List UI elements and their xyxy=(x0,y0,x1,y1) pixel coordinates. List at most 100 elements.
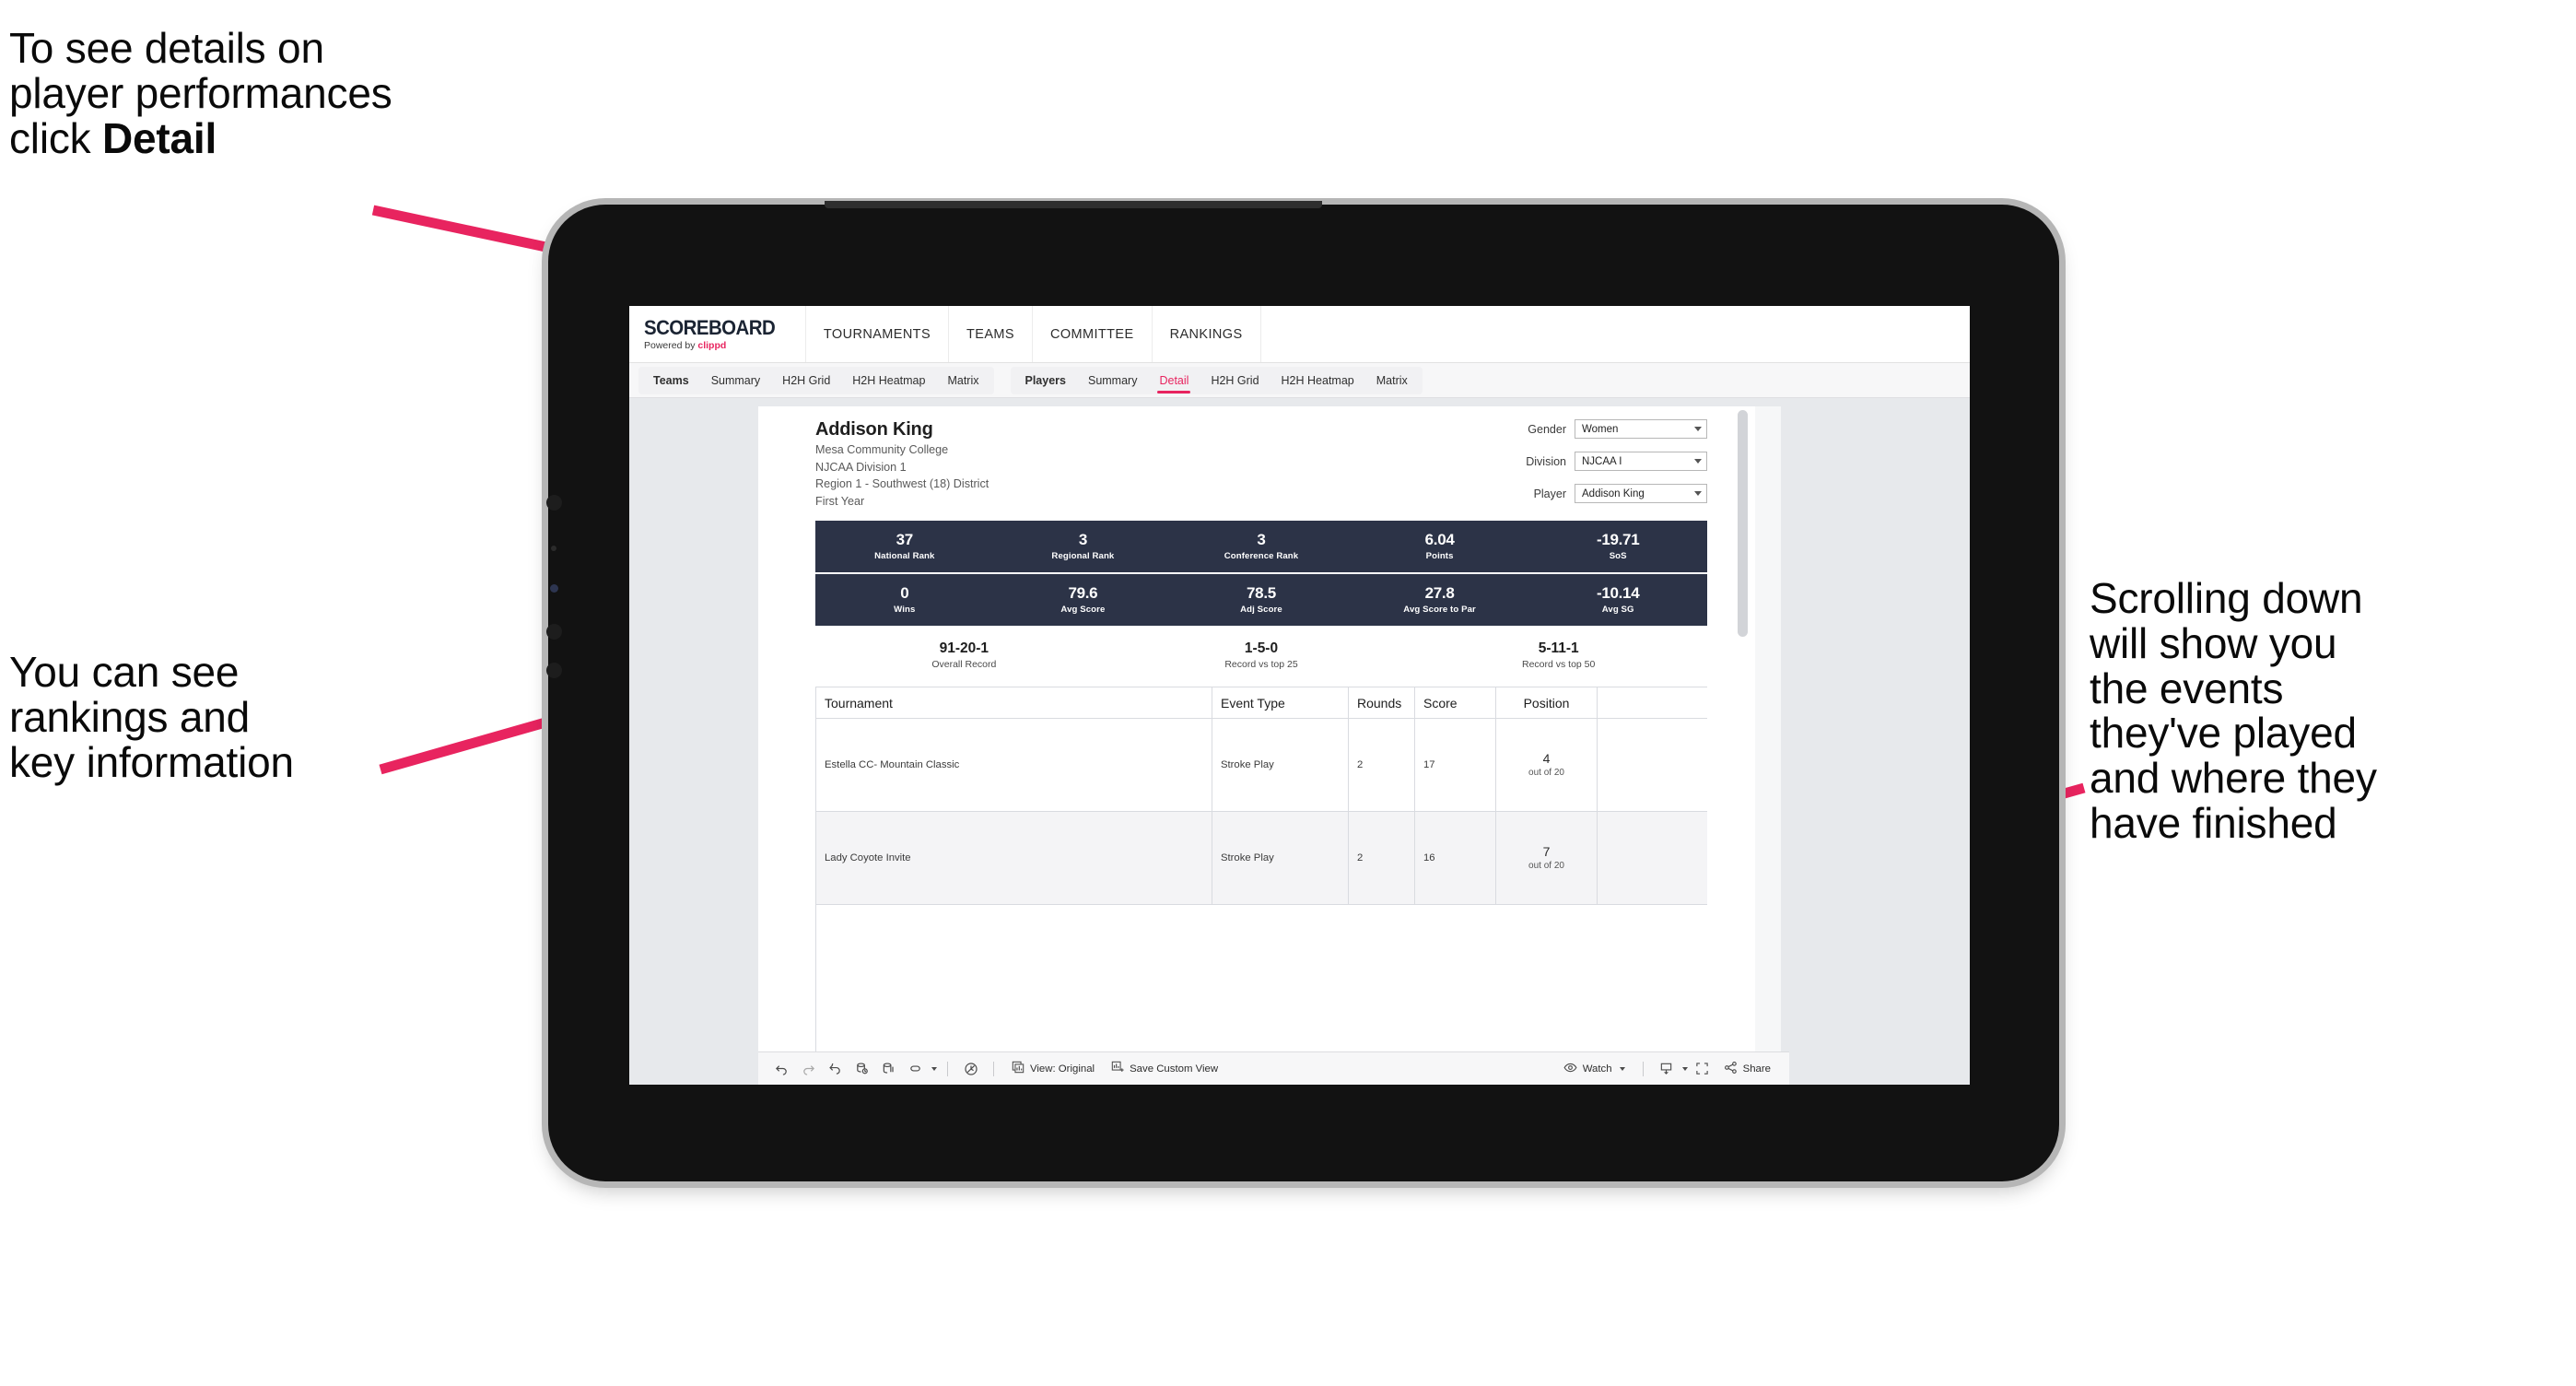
filter-player-row: Player Addison King xyxy=(1468,484,1707,503)
tablet-device-frame: SCOREBOARD Powered by clippd TOURNAMENTS… xyxy=(546,201,2059,1181)
stat-sos: -19.71 SoS xyxy=(1528,532,1707,561)
stat-national-rank-label: National Rank xyxy=(874,550,935,561)
watch-dropdown-caret[interactable] xyxy=(1619,1066,1625,1071)
filter-gender-value: Women xyxy=(1582,423,1619,435)
dashboard-sheet-content: Addison King Mesa Community College NJCA… xyxy=(758,406,1755,1085)
save-custom-view-button[interactable]: Save Custom View xyxy=(1104,1057,1225,1081)
cell-tournament: Lady Coyote Invite xyxy=(816,812,1212,904)
site-header: SCOREBOARD Powered by clippd TOURNAMENTS… xyxy=(629,306,1970,363)
record-top25-value: 1-5-0 xyxy=(1244,640,1279,657)
cell-event-type: Stroke Play xyxy=(1212,719,1349,811)
tablet-camera-lens xyxy=(550,584,558,593)
download-dropdown-caret[interactable] xyxy=(1681,1066,1688,1071)
revert-icon[interactable] xyxy=(823,1057,848,1081)
filter-division-select[interactable]: NJCAA I xyxy=(1575,452,1707,471)
toolbar-divider xyxy=(947,1061,948,1076)
tab-players-h2h-heatmap[interactable]: H2H Heatmap xyxy=(1270,367,1365,394)
record-top50-label: Record vs top 50 xyxy=(1521,658,1596,670)
stat-regional-rank: 3 Regional Rank xyxy=(994,532,1173,561)
sub-navigation: Teams Summary H2H Grid H2H Heatmap Matri… xyxy=(629,363,1970,398)
tab-players[interactable]: Players xyxy=(1014,367,1077,394)
column-header-event-type: Event Type xyxy=(1212,687,1349,718)
record-overall-value: 91-20-1 xyxy=(939,640,989,657)
stat-avg-score-value: 79.6 xyxy=(1068,584,1098,603)
player-school: Mesa Community College xyxy=(815,443,949,456)
cell-rounds: 2 xyxy=(1349,812,1415,904)
nav-item-committee[interactable]: COMMITTEE xyxy=(1033,306,1153,362)
browser-viewport: SCOREBOARD Powered by clippd TOURNAMENTS… xyxy=(629,306,1970,1085)
filter-gender-select[interactable]: Women xyxy=(1575,419,1707,439)
brand-powered-prefix: Powered by xyxy=(644,339,698,351)
dashboard-canvas: Addison King Mesa Community College NJCA… xyxy=(629,398,1970,1085)
tab-teams-summary[interactable]: Summary xyxy=(700,367,771,394)
cell-score: 17 xyxy=(1415,719,1496,811)
data-source-icon[interactable] xyxy=(903,1057,928,1081)
slide-canvas: To see details on player performances cl… xyxy=(0,0,2576,1386)
filter-division-value: NJCAA I xyxy=(1582,455,1622,467)
watch-button[interactable]: Watch xyxy=(1556,1057,1633,1081)
filter-player-label: Player xyxy=(1533,487,1566,500)
stat-adj-score: 78.5 Adj Score xyxy=(1172,585,1351,615)
share-button[interactable]: Share xyxy=(1716,1057,1778,1081)
stat-points-value: 6.04 xyxy=(1424,531,1455,549)
player-header: Addison King Mesa Community College NJCA… xyxy=(815,419,989,509)
cell-position-outof: out of 20 xyxy=(1528,861,1564,872)
vertical-scrollbar[interactable] xyxy=(1738,410,1748,637)
tab-players-summary[interactable]: Summary xyxy=(1077,367,1148,394)
stats-row-secondary: 0 Wins 79.6 Avg Score 78.5 Adj Score 27.… xyxy=(815,574,1707,626)
stats-row-primary: 37 National Rank 3 Regional Rank 3 Confe… xyxy=(815,521,1707,572)
view-original-button[interactable]: View: Original xyxy=(1004,1057,1102,1081)
tab-teams[interactable]: Teams xyxy=(642,367,700,394)
player-name: Addison King xyxy=(815,419,933,440)
record-top50-value: 5-11-1 xyxy=(1538,640,1579,657)
records-row: 91-20-1 Overall Record 1-5-0 Record vs t… xyxy=(815,635,1707,675)
stat-conference-rank-label: Conference Rank xyxy=(1224,550,1299,561)
download-icon[interactable] xyxy=(1654,1057,1679,1081)
column-header-score: Score xyxy=(1415,687,1496,718)
tab-players-matrix[interactable]: Matrix xyxy=(1365,367,1419,394)
tab-teams-h2h-heatmap[interactable]: H2H Heatmap xyxy=(841,367,936,394)
filter-player-select[interactable]: Addison King xyxy=(1575,484,1707,503)
filter-gender-label: Gender xyxy=(1528,422,1566,436)
cell-event-type: Stroke Play xyxy=(1212,812,1349,904)
player-region: Region 1 - Southwest (18) District xyxy=(815,477,989,491)
eye-icon xyxy=(1563,1061,1577,1077)
view-original-icon xyxy=(1012,1061,1025,1076)
stat-wins: 0 Wins xyxy=(815,585,994,615)
fullscreen-icon[interactable] xyxy=(1690,1057,1715,1081)
stat-points-label: Points xyxy=(1425,550,1454,561)
stat-conference-rank-value: 3 xyxy=(1257,531,1266,549)
cell-score: 16 xyxy=(1415,812,1496,904)
filter-player-value: Addison King xyxy=(1582,487,1645,499)
stat-conference-rank: 3 Conference Rank xyxy=(1172,532,1351,561)
stat-avg-score: 79.6 Avg Score xyxy=(994,585,1173,615)
watch-label: Watch xyxy=(1582,1063,1612,1075)
undo-icon[interactable] xyxy=(769,1057,794,1081)
toolbar-divider xyxy=(993,1061,994,1076)
brand-name: SCOREBOARD xyxy=(644,315,776,339)
tab-players-detail[interactable]: Detail xyxy=(1148,367,1200,394)
pause-icon[interactable] xyxy=(876,1057,901,1081)
tab-teams-matrix[interactable]: Matrix xyxy=(936,367,989,394)
refresh-icon[interactable] xyxy=(849,1057,874,1081)
stat-national-rank-value: 37 xyxy=(896,531,914,549)
brand-logo[interactable]: SCOREBOARD Powered by clippd xyxy=(629,306,806,362)
share-label: Share xyxy=(1742,1063,1771,1075)
table-header-row: Tournament Event Type Rounds Score Posit… xyxy=(816,687,1707,719)
filter-division-row: Division NJCAA I xyxy=(1468,452,1707,471)
data-source-dropdown-caret[interactable] xyxy=(931,1066,937,1071)
annotation-left: You can see rankings and key information xyxy=(9,648,294,786)
nav-item-tournaments[interactable]: TOURNAMENTS xyxy=(806,306,950,362)
top-navigation: TOURNAMENTS TEAMS COMMITTEE RANKINGS xyxy=(806,306,1261,362)
table-row[interactable]: Lady Coyote Invite Stroke Play 2 16 7 ou… xyxy=(816,812,1707,905)
stat-sos-value: -19.71 xyxy=(1596,531,1640,549)
table-row[interactable]: Estella CC- Mountain Classic Stroke Play… xyxy=(816,719,1707,812)
history-icon[interactable] xyxy=(958,1057,983,1081)
tab-teams-h2h-grid[interactable]: H2H Grid xyxy=(771,367,841,394)
nav-item-teams[interactable]: TEAMS xyxy=(949,306,1033,362)
cell-rounds: 2 xyxy=(1349,719,1415,811)
nav-item-rankings[interactable]: RANKINGS xyxy=(1153,306,1261,362)
tab-players-h2h-grid[interactable]: H2H Grid xyxy=(1200,367,1270,394)
redo-icon[interactable] xyxy=(796,1057,821,1081)
stat-avg-score-to-par-value: 27.8 xyxy=(1424,584,1455,603)
